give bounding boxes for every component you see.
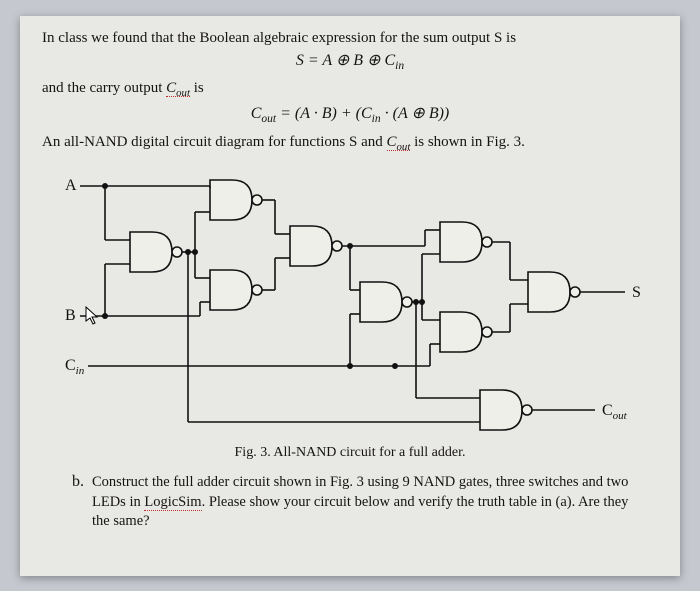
label-cin: Cin — [65, 357, 85, 377]
question-b: b. Construct the full adder circuit show… — [42, 473, 658, 532]
label-b: B — [65, 307, 76, 324]
label-a: A — [65, 177, 77, 194]
equation-cout: Cout = (A · B) + (Cin · (A ⊕ B)) — [42, 103, 658, 128]
label-s: S — [632, 284, 641, 301]
circuit-intro-line: An all-NAND digital circuit diagram for … — [42, 132, 658, 155]
intro-line: In class we found that the Boolean algeb… — [42, 28, 658, 48]
document-page: In class we found that the Boolean algeb… — [20, 16, 680, 576]
carry-intro-line: and the carry output Cout is — [42, 78, 658, 101]
label-cout: Cout — [602, 402, 628, 422]
question-text: Construct the full adder circuit shown i… — [92, 473, 642, 532]
nand-circuit-svg: .w { stroke:#111; stroke-width:1.6; fill… — [50, 162, 650, 442]
equation-s: S = A ⊕ B ⊕ Cin — [42, 50, 658, 75]
circuit-diagram: .w { stroke:#111; stroke-width:1.6; fill… — [42, 162, 658, 442]
figure-caption: Fig. 3. All-NAND circuit for a full adde… — [42, 444, 658, 463]
question-label: b. — [72, 473, 84, 532]
